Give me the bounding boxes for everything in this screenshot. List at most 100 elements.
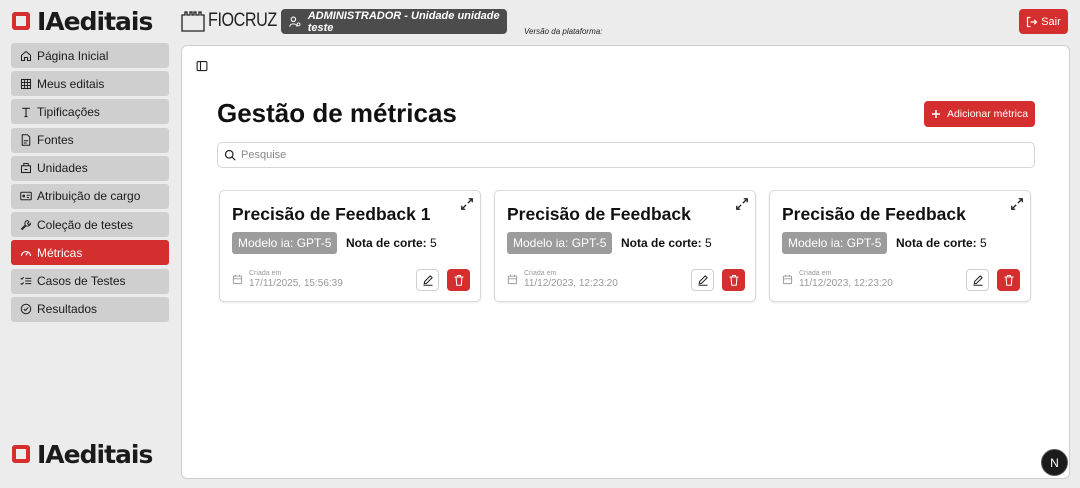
sidebar-item-metricas[interactable]: Métricas: [11, 240, 169, 266]
model-badge: Modelo ia: GPT-5: [232, 232, 338, 254]
building-icon: [20, 163, 32, 174]
logo-mark-icon: [12, 12, 30, 30]
sidebar-nav: Página Inicial Meus editais Tipificações…: [11, 43, 169, 325]
edit-button[interactable]: [966, 269, 989, 291]
logo-text: IAeditais: [37, 6, 153, 36]
file-icon: [21, 134, 31, 146]
created-info: Criada em 11/12/2023, 12:23:20: [507, 270, 618, 290]
sidebar-item-resultados[interactable]: Resultados: [11, 296, 169, 322]
delete-button[interactable]: [722, 269, 745, 291]
sidebar-item-meus-editais[interactable]: Meus editais: [11, 71, 169, 97]
model-badge: Modelo ia: GPT-5: [507, 232, 613, 254]
cutoff-label: Nota de corte:: [896, 236, 977, 250]
pencil-icon: [423, 275, 433, 286]
sidebar-item-label: Resultados: [37, 302, 98, 317]
cutoff-score: Nota de corte: 5: [621, 236, 712, 250]
logout-label: Sair: [1041, 15, 1061, 28]
sidebar-item-unidades[interactable]: Unidades: [11, 155, 169, 181]
delete-button[interactable]: [447, 269, 470, 291]
metric-card: Precisão de Feedback Modelo ia: GPT-5 No…: [494, 190, 756, 302]
search-bar: [217, 142, 1035, 168]
expand-icon: [736, 198, 748, 210]
metric-title: Precisão de Feedback: [782, 204, 966, 224]
page-title: Gestão de métricas: [217, 98, 457, 128]
created-label: Criada em: [524, 270, 557, 277]
wrench-icon: [20, 219, 32, 230]
sidebar-item-label: Atribuição de cargo: [37, 189, 141, 204]
platform-version: Versão da plataforma:: [524, 27, 603, 36]
cutoff-score: Nota de corte: 5: [346, 236, 437, 250]
sidebar-item-pagina-inicial[interactable]: Página Inicial: [11, 43, 169, 68]
delete-button[interactable]: [997, 269, 1020, 291]
nextjs-dev-indicator[interactable]: N: [1041, 449, 1068, 476]
user-role-text: ADMINISTRADOR - Unidade unidade teste: [307, 9, 500, 34]
created-info: Criada em 17/11/2025, 15:56:39: [232, 270, 343, 290]
edit-button[interactable]: [691, 269, 714, 291]
sidebar-item-label: Unidades: [37, 161, 88, 176]
metric-card: Precisão de Feedback 1 Modelo ia: GPT-5 …: [219, 190, 481, 302]
metric-title: Precisão de Feedback: [507, 204, 691, 224]
metric-title: Precisão de Feedback 1: [232, 204, 431, 224]
model-badge: Modelo ia: GPT-5: [782, 232, 888, 254]
created-info: Criada em 11/12/2023, 12:23:20: [782, 270, 893, 290]
edit-button[interactable]: [416, 269, 439, 291]
sidebar-item-casos-de-testes[interactable]: Casos de Testes: [11, 268, 169, 294]
list-checks-icon: [20, 276, 32, 286]
sidebar-item-label: Meus editais: [37, 76, 105, 91]
created-label: Criada em: [249, 270, 282, 277]
table-icon: [20, 78, 32, 89]
iaeditais-logo[interactable]: IAeditais: [12, 6, 153, 36]
expand-button[interactable]: [1010, 197, 1024, 216]
fiocruz-logo: FIOCRUZ: [180, 8, 289, 34]
expand-icon: [1011, 198, 1023, 210]
expand-button[interactable]: [460, 197, 474, 216]
trash-icon: [454, 274, 463, 286]
sidebar-item-label: Tipificações: [37, 104, 100, 119]
sidebar-item-fontes[interactable]: Fontes: [11, 127, 169, 153]
expand-icon: [461, 198, 473, 210]
metric-card: Precisão de Feedback Modelo ia: GPT-5 No…: [769, 190, 1031, 302]
check-circle-icon: [20, 303, 32, 315]
sidebar-item-atribuicao-de-cargo[interactable]: Atribuição de cargo: [11, 183, 169, 209]
search-input[interactable]: [241, 149, 1001, 161]
add-metric-button[interactable]: Adicionar métrica: [924, 101, 1035, 127]
fiocruz-text: FIOCRUZ: [208, 10, 277, 31]
cutoff-value: 5: [980, 236, 987, 250]
created-date: 11/12/2023, 12:23:20: [799, 278, 893, 289]
iaeditais-footer-logo: IAeditais: [12, 439, 153, 469]
home-icon: [20, 50, 32, 61]
cutoff-score: Nota de corte: 5: [896, 236, 987, 250]
pencil-icon: [698, 275, 708, 286]
search-icon: [224, 149, 236, 161]
id-card-icon: [20, 192, 32, 201]
cutoff-value: 5: [430, 236, 437, 250]
sidebar-item-label: Casos de Testes: [37, 274, 126, 288]
calendar-icon: [782, 274, 793, 285]
sidebar-item-label: Métricas: [37, 245, 83, 260]
user-settings-icon: [289, 16, 301, 27]
fiocruz-castle-icon: [181, 11, 205, 32]
user-role-badge[interactable]: ADMINISTRADOR - Unidade unidade teste: [281, 9, 507, 34]
cutoff-value: 5: [705, 236, 712, 250]
sidebar-toggle-button[interactable]: [196, 59, 208, 77]
trash-icon: [729, 274, 738, 286]
calendar-icon: [232, 274, 243, 285]
main-panel: Gestão de métricas Adicionar métrica Pre…: [181, 45, 1070, 479]
logo-mark-icon: [12, 445, 30, 463]
gauge-icon: [20, 250, 32, 256]
sidebar-item-label: Página Inicial: [37, 48, 109, 63]
logout-button[interactable]: Sair: [1019, 9, 1068, 34]
created-date: 11/12/2023, 12:23:20: [524, 278, 618, 289]
logout-icon: [1027, 16, 1038, 27]
logo-text: IAeditais: [37, 439, 153, 469]
sidebar-item-label: Coleção de testes: [37, 217, 134, 232]
sidebar-item-colecao-de-testes[interactable]: Coleção de testes: [11, 212, 169, 238]
plus-icon: [931, 110, 940, 118]
calendar-icon: [507, 274, 518, 285]
sidebar-item-tipificacoes[interactable]: Tipificações: [11, 99, 169, 125]
expand-button[interactable]: [735, 197, 749, 216]
text-type-icon: [22, 107, 30, 117]
cutoff-label: Nota de corte:: [346, 236, 427, 250]
cutoff-label: Nota de corte:: [621, 236, 702, 250]
pencil-icon: [973, 275, 983, 286]
